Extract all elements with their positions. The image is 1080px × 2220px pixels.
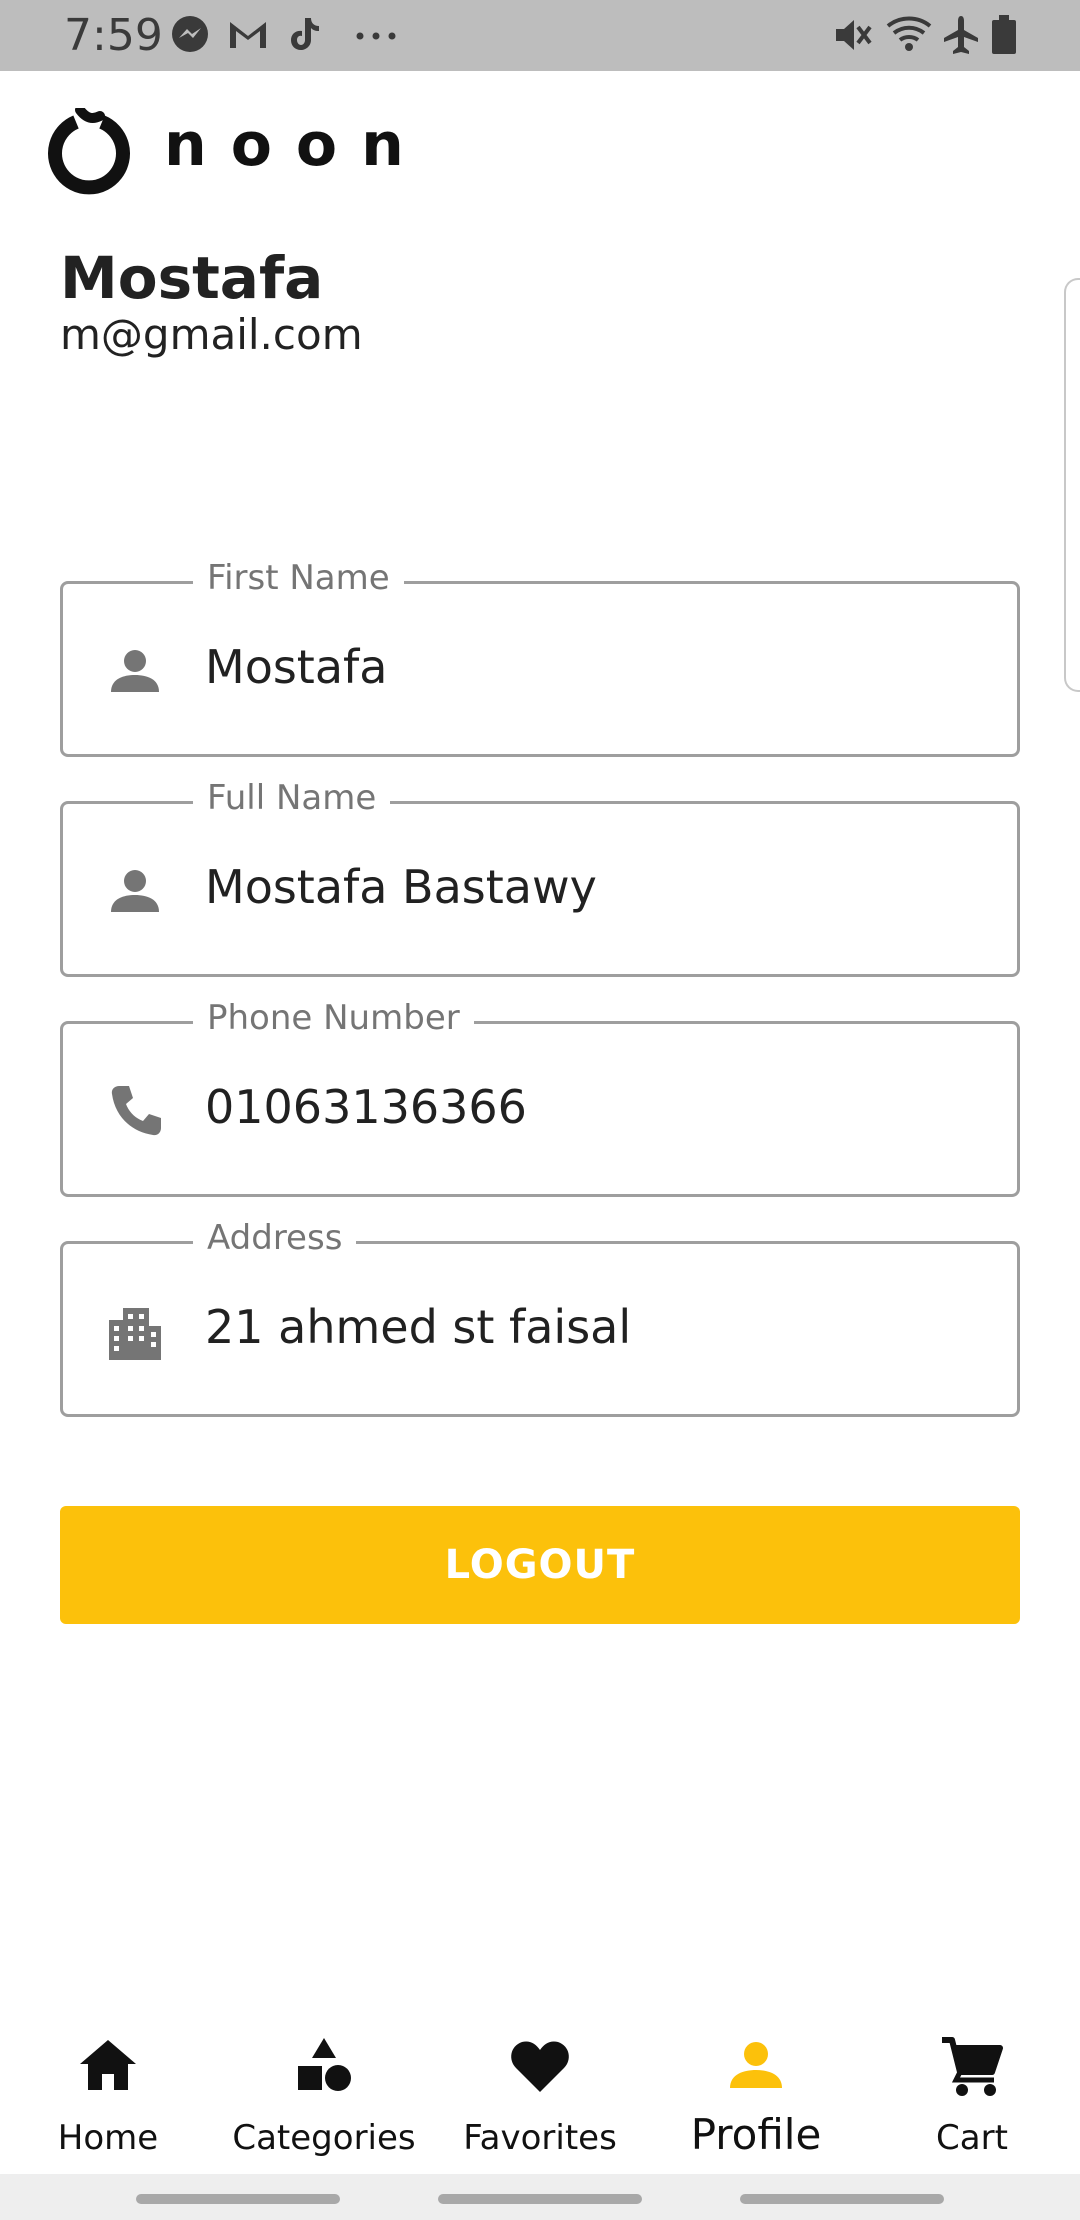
system-home-button[interactable] (438, 2194, 642, 2204)
nav-cart[interactable]: Cart (864, 2010, 1080, 2174)
full-name-label: Full Name (193, 778, 391, 818)
system-navigation-bar (0, 2174, 1080, 2220)
first-name-field[interactable]: First Name Mostafa (60, 558, 1020, 757)
logout-button[interactable]: LOGOUT (60, 1506, 1020, 1624)
status-bar: 7:59 (0, 0, 1080, 71)
categories-icon (298, 2038, 351, 2091)
home-icon (80, 2040, 136, 2090)
logout-label: LOGOUT (444, 1542, 636, 1588)
nav-categories[interactable]: Categories (216, 2010, 432, 2174)
profile-email: m@gmail.com (60, 310, 363, 359)
nav-favorites-label: Favorites (463, 2118, 617, 2158)
mute-icon (836, 20, 872, 50)
bottom-navigation: Home Categories Favorites Profile Cart (0, 2010, 1080, 2174)
messenger-icon (172, 16, 208, 52)
airplane-icon (944, 16, 978, 54)
person-icon (111, 650, 159, 692)
noon-logo: noon (46, 105, 404, 202)
battery-icon (992, 15, 1016, 54)
noon-logo-icon (48, 105, 130, 195)
address-value: 21 ahmed st faisal (205, 1300, 632, 1354)
full-name-value: Mostafa Bastawy (205, 860, 597, 914)
nav-profile[interactable]: Profile (648, 2010, 864, 2174)
phone-number-value: 01063136366 (205, 1080, 527, 1134)
profile-name: Mostafa (60, 244, 324, 312)
first-name-label: First Name (193, 558, 404, 598)
nav-profile-label: Profile (690, 2110, 822, 2159)
nav-favorites[interactable]: Favorites (432, 2010, 648, 2174)
logo-text: noon (164, 110, 428, 180)
wifi-icon (886, 16, 932, 51)
address-label: Address (193, 1218, 357, 1258)
phone-number-field[interactable]: Phone Number 01063136366 (60, 998, 1020, 1197)
phone-number-label: Phone Number (193, 998, 474, 1038)
system-recents-button[interactable] (136, 2194, 340, 2204)
tiktok-icon (291, 18, 319, 50)
first-name-value: Mostafa (205, 640, 388, 694)
side-panel-handle[interactable] (1064, 278, 1080, 692)
phone-icon (111, 1086, 161, 1136)
nav-home-label: Home (57, 2118, 159, 2158)
system-back-button[interactable] (740, 2194, 944, 2204)
cart-icon (942, 2037, 1003, 2096)
person-icon (111, 870, 159, 912)
gmail-icon (230, 22, 266, 48)
status-time: 7:59 (64, 10, 163, 61)
heart-icon (511, 2041, 569, 2092)
person-icon (730, 2042, 782, 2088)
nav-categories-label: Categories (232, 2118, 416, 2158)
full-name-field[interactable]: Full Name Mostafa Bastawy (60, 778, 1020, 977)
address-field[interactable]: Address 21 ahmed st faisal (60, 1218, 1020, 1417)
nav-home[interactable]: Home (0, 2010, 216, 2174)
building-icon (109, 1308, 161, 1360)
more-icon (356, 32, 396, 40)
nav-cart-label: Cart (936, 2118, 1008, 2158)
